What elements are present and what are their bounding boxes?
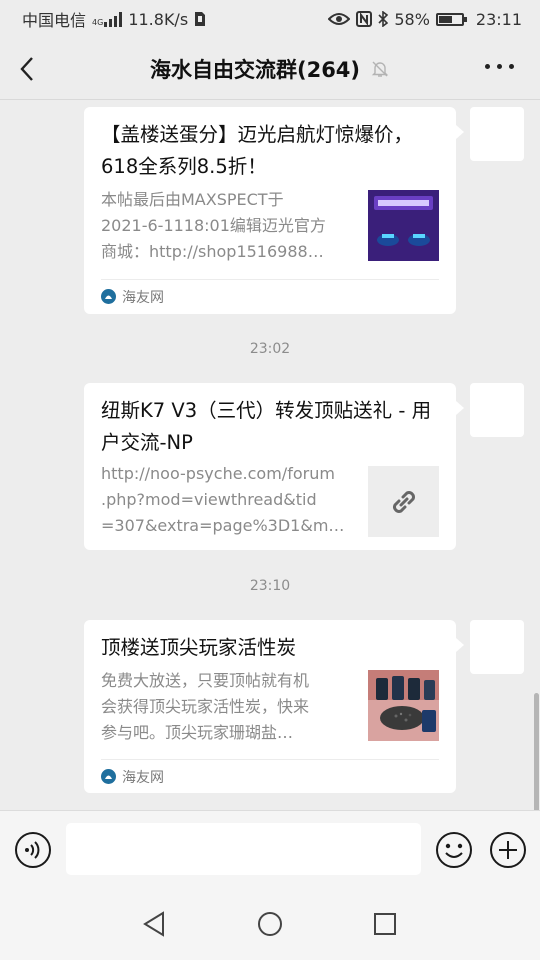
eye-icon — [328, 13, 351, 25]
link-card[interactable]: 顶楼送顶尖玩家活性炭 免费大放送，只要顶帖就有机 会获得顶尖玩家活性炭，快来 参… — [84, 620, 464, 793]
card-source: 海友网 — [101, 759, 439, 793]
back-triangle-icon[interactable] — [141, 910, 169, 938]
desc-line: =307&extra=page%3D1&m… — [101, 516, 345, 535]
card-description: http://noo-psyche.com/forum .php?mod=vie… — [101, 461, 356, 539]
carrier-label: 中国电信 — [22, 11, 87, 30]
sim-icon — [195, 12, 206, 26]
avatar[interactable] — [470, 383, 524, 437]
more-dots-icon[interactable] — [485, 64, 514, 69]
message-time: 23:02 — [249, 341, 291, 357]
desc-line: 2021-6-1118:01编辑迈光官方 — [101, 216, 326, 235]
nfc-icon — [356, 11, 373, 27]
clock: 23:11 — [475, 9, 522, 29]
signal-icon: 4G — [92, 11, 123, 27]
carbon-photo — [368, 670, 439, 741]
avatar[interactable] — [470, 620, 524, 674]
desc-line: http://noo-psyche.com/forum — [101, 464, 335, 483]
net-type-label: 4G — [92, 18, 104, 27]
message-list[interactable]: 【盖楼送蛋分】迈光启航灯惊爆价，618全系列8.5折！ 本帖最后由MAXSPEC… — [0, 101, 540, 809]
link-thumb — [368, 466, 439, 537]
net-speed-label: 11.8K/s — [128, 9, 189, 29]
card-description: 本帖最后由MAXSPECT于 2021-6-1118:01编辑迈光官方 商城：h… — [101, 187, 356, 265]
status-bar: 中国电信 4G 11.8K/s 58% 23:11 — [0, 0, 540, 38]
link-card[interactable]: 【盖楼送蛋分】迈光启航灯惊爆价，618全系列8.5折！ 本帖最后由MAXSPEC… — [84, 107, 464, 314]
source-name: 海友网 — [122, 289, 164, 306]
desc-line: .php?mod=viewthread&tid — [101, 490, 317, 509]
system-nav-bar — [0, 886, 540, 960]
card-title: 【盖楼送蛋分】迈光启航灯惊爆价，618全系列8.5折！ — [101, 123, 414, 178]
desc-line: 参与吧。顶尖玩家珊瑚盐… — [101, 723, 294, 742]
desc-line: 会获得顶尖玩家活性炭，快来 — [101, 697, 310, 716]
link-icon — [392, 490, 415, 513]
source-logo-icon — [101, 769, 116, 784]
chat-title-wrap: 海水自由交流群(264) — [150, 54, 390, 84]
battery-percent: 58% — [394, 9, 430, 29]
chevron-left-icon[interactable] — [14, 52, 44, 86]
desc-line: 免费大放送，只要顶帖就有机 — [101, 671, 310, 690]
bell-off-icon — [371, 61, 389, 77]
source-name: 海友网 — [122, 769, 164, 786]
voice-icon[interactable] — [14, 831, 52, 869]
desc-line: 商城：http://shop1516988… — [101, 242, 324, 261]
chat-title: 海水自由交流群(264) — [149, 57, 361, 82]
emoji-icon[interactable] — [435, 831, 473, 869]
input-bar — [0, 810, 540, 886]
chat-header: 海水自由交流群(264) — [0, 38, 540, 100]
plus-icon[interactable] — [489, 831, 527, 869]
status-right: 58% 23:11 — [328, 10, 522, 29]
link-card[interactable]: 纽斯K7 V3（三代）转发顶贴送礼 - 用户交流-NP http://noo-p… — [84, 383, 464, 550]
home-circle-icon[interactable] — [256, 910, 284, 938]
message-input[interactable] — [66, 823, 421, 875]
card-description: 免费大放送，只要顶帖就有机 会获得顶尖玩家活性炭，快来 参与吧。顶尖玩家珊瑚盐… — [101, 668, 356, 746]
card-title: 纽斯K7 V3（三代）转发顶贴送礼 - 用户交流-NP — [101, 399, 432, 454]
scrollbar[interactable] — [534, 693, 539, 813]
message-time: 23:10 — [249, 578, 291, 594]
source-logo-icon — [101, 289, 116, 304]
desc-line: 本帖最后由MAXSPECT于 — [101, 190, 284, 209]
status-left: 中国电信 4G 11.8K/s — [22, 7, 206, 31]
bluetooth-icon — [378, 11, 389, 27]
avatar[interactable] — [470, 107, 524, 161]
card-source: 海友网 — [101, 279, 439, 313]
product-photo — [368, 190, 439, 261]
recents-square-icon[interactable] — [371, 910, 399, 938]
battery-icon — [435, 12, 467, 26]
card-title: 顶楼送顶尖玩家活性炭 — [101, 636, 297, 659]
